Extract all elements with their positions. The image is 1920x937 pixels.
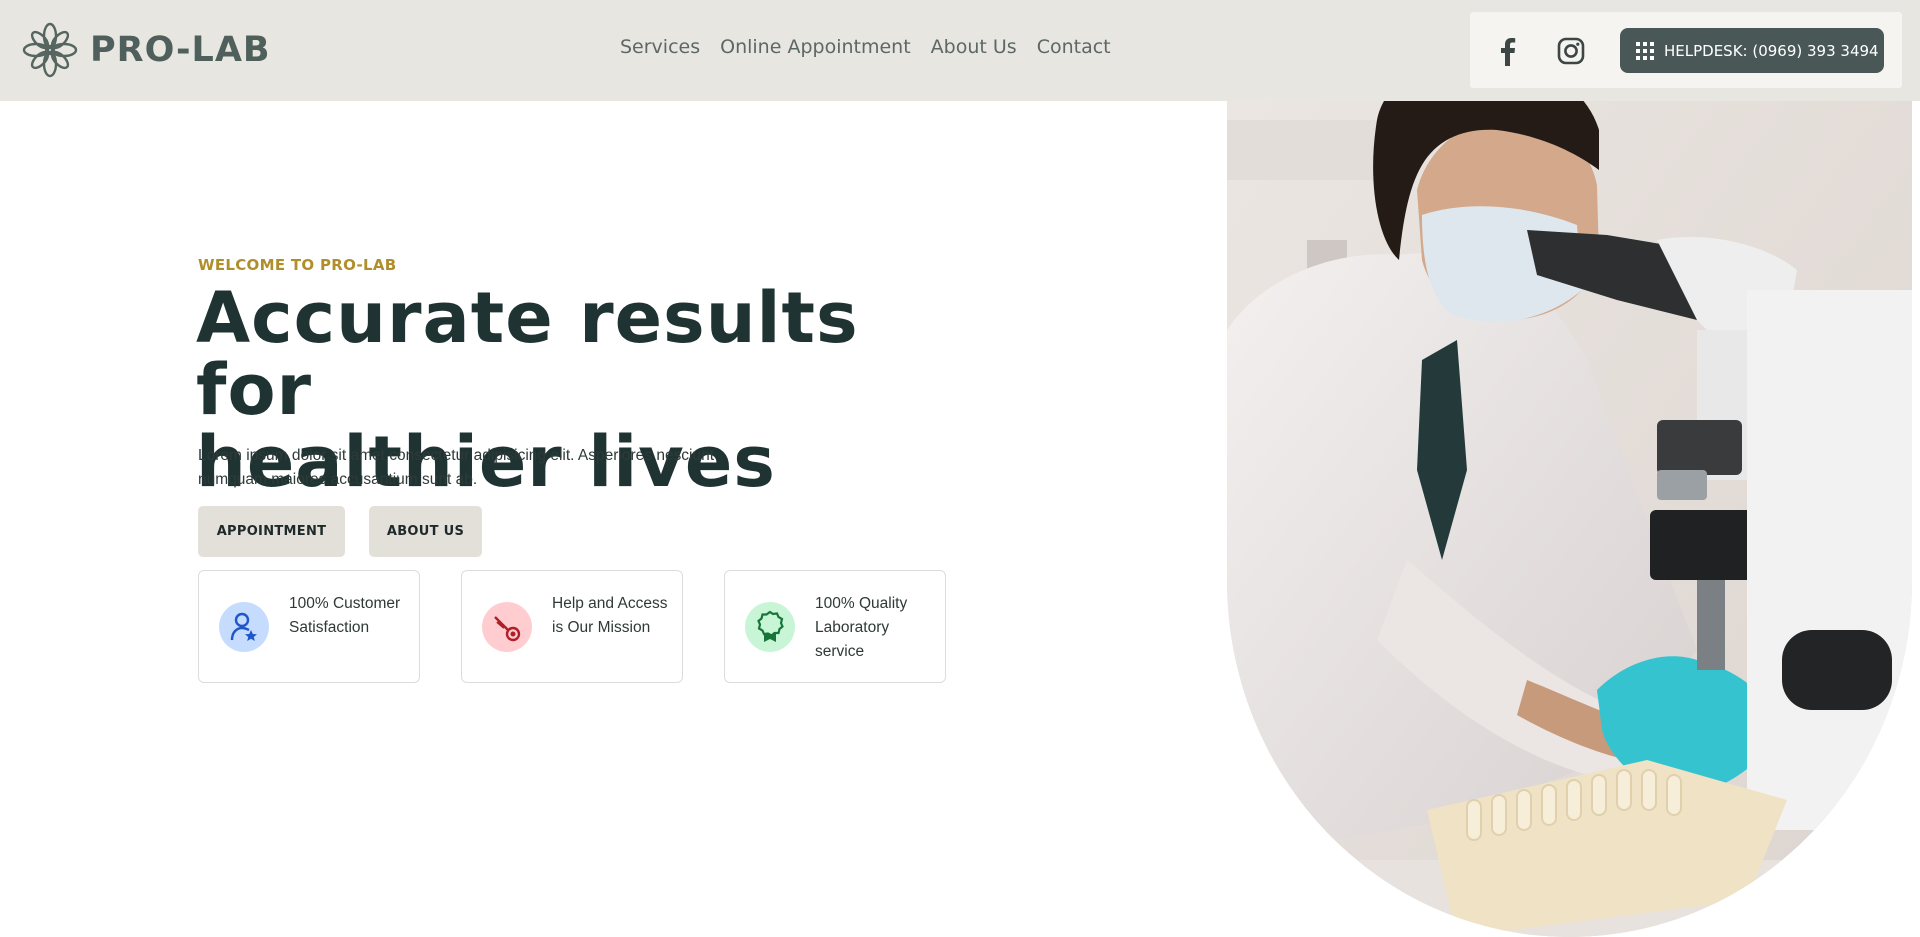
brand-logo[interactable]: PRO-LAB bbox=[20, 20, 271, 80]
helpdesk-label: HELPDESK: (0969) 393 3494 bbox=[1664, 41, 1879, 60]
award-badge-icon bbox=[757, 610, 784, 642]
headline-line-1: Accurate results for bbox=[196, 277, 859, 431]
feature-text: Help and Access is Our Mission bbox=[552, 595, 668, 636]
leaf-mandala-icon bbox=[22, 22, 78, 78]
feature-icon-wrap bbox=[482, 602, 532, 652]
facebook-icon bbox=[1501, 38, 1516, 66]
hero-photo bbox=[1227, 0, 1912, 937]
feature-icon-wrap bbox=[219, 602, 269, 652]
instagram-link[interactable] bbox=[1554, 34, 1588, 68]
nav-contact[interactable]: Contact bbox=[1037, 36, 1111, 58]
facebook-link[interactable] bbox=[1490, 34, 1524, 68]
feature-card-satisfaction: 100% Customer Satisfaction bbox=[198, 570, 420, 683]
nav-about-us[interactable]: About Us bbox=[931, 36, 1017, 58]
brand-name: PRO-LAB bbox=[90, 30, 271, 70]
appointment-button[interactable]: APPOINTMENT bbox=[198, 506, 345, 557]
main-nav: Services Online Appointment About Us Con… bbox=[620, 36, 1111, 58]
helpdesk-button[interactable]: HELPDESK: (0969) 393 3494 bbox=[1620, 28, 1884, 73]
user-star-icon bbox=[230, 612, 257, 641]
hero-eyebrow: WELCOME TO PRO-LAB bbox=[198, 256, 397, 274]
feature-icon-wrap bbox=[745, 602, 795, 652]
feature-card-quality: 100% Quality Laboratory service bbox=[724, 570, 946, 683]
lab-scientist-microscope-photo bbox=[1227, 0, 1912, 937]
nav-services[interactable]: Services bbox=[620, 36, 700, 58]
needle-icon bbox=[494, 616, 521, 642]
about-us-button[interactable]: ABOUT US bbox=[369, 506, 482, 557]
feature-text: 100% Customer Satisfaction bbox=[289, 595, 401, 636]
grid-dots-icon bbox=[1636, 41, 1654, 60]
nav-online-appointment[interactable]: Online Appointment bbox=[720, 36, 911, 58]
feature-text: 100% Quality Laboratory service bbox=[815, 595, 908, 660]
instagram-icon bbox=[1557, 37, 1585, 65]
hero-lead: Lorem ipsum dolor sit amet consectetur a… bbox=[198, 447, 715, 488]
header-utility-bar: HELPDESK: (0969) 393 3494 bbox=[1470, 12, 1902, 88]
feature-card-mission: Help and Access is Our Mission bbox=[461, 570, 683, 683]
